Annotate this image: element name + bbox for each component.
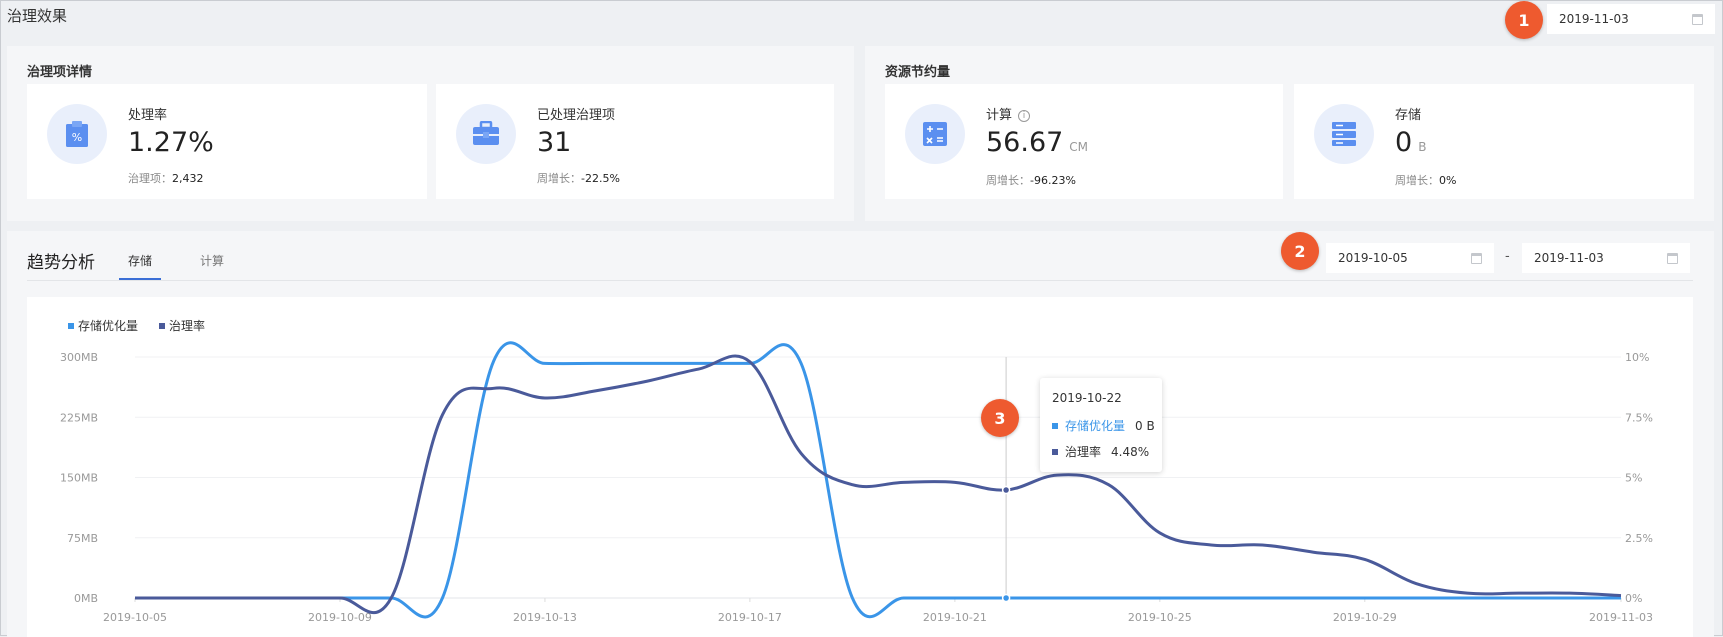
- processed-sub-value: -22.5%: [581, 172, 620, 185]
- compute-sub-line: 周增长：-96.23%: [986, 172, 1076, 188]
- processed-value: 31: [537, 127, 572, 158]
- report-date-picker[interactable]: 2019-11-03: [1547, 4, 1715, 34]
- tabs-divider: [27, 280, 1693, 281]
- calculator-icon: [905, 104, 965, 164]
- tooltip-series-name: 治理率: [1065, 445, 1102, 459]
- governance-panel: 治理项详情 % 处理率 1.27% 治理项：2,432 已处理治理项 31 周增…: [7, 46, 854, 221]
- storage-sub: 周增长：0%: [1395, 172, 1456, 188]
- rate-sub: 治理项：2,432: [128, 170, 204, 186]
- tooltip-date: 2019-10-22: [1052, 391, 1122, 405]
- calendar-icon[interactable]: [1667, 252, 1678, 264]
- processed-label: 已处理治理项: [537, 108, 616, 123]
- app-frame: 治理效果 1 2019-11-03 治理项详情 % 处理率 1.27% 治理项：…: [0, 0, 1723, 637]
- annotation-badge-1: 1: [1505, 1, 1543, 39]
- processed-sub-label: 周增长：: [537, 172, 581, 185]
- compute-label-text: 计算: [986, 108, 1013, 123]
- end-date-value: 2019-11-03: [1534, 251, 1604, 265]
- tooltip-series-value: 4.48%: [1111, 444, 1150, 459]
- rate-label: 处理率: [128, 108, 168, 123]
- rate-card: % 处理率 1.27% 治理项：2,432: [27, 84, 427, 199]
- storage-label: 存储: [1395, 108, 1422, 123]
- date-range-separator: -: [1505, 249, 1510, 264]
- calendar-icon[interactable]: [1471, 252, 1482, 264]
- compute-sub-label: 周增长：: [986, 174, 1030, 187]
- start-date-value: 2019-10-05: [1338, 251, 1408, 265]
- toolbox-icon: [456, 104, 516, 164]
- processed-sub: 周增长：-22.5%: [537, 170, 620, 186]
- rate-sub-value: 2,432: [172, 172, 204, 185]
- tab-compute[interactable]: 计算: [200, 252, 224, 269]
- trend-chart-area: [27, 297, 1693, 637]
- server-storage-icon: [1314, 104, 1374, 164]
- storage-value: 0B: [1395, 127, 1426, 158]
- storage-sub-label: 周增长：: [1395, 174, 1439, 187]
- storage-card: 存储 0B 周增长：0%: [1294, 84, 1694, 199]
- tab-storage[interactable]: 存储: [128, 252, 152, 269]
- page-title: 治理效果: [7, 7, 68, 25]
- info-icon[interactable]: i: [1018, 110, 1031, 122]
- tooltip-row-storage: 存储优化量 0 B: [1052, 417, 1155, 434]
- compute-unit: CM: [1069, 140, 1089, 154]
- chart-tooltip: 2019-10-22 存储优化量 0 B 治理率 4.48%: [1040, 378, 1162, 472]
- annotation-badge-2: 2: [1281, 232, 1319, 270]
- percent-clipboard-icon: %: [47, 104, 107, 164]
- governance-panel-title: 治理项详情: [27, 65, 93, 80]
- compute-sub-value: -96.23%: [1030, 174, 1076, 187]
- calendar-icon[interactable]: [1692, 13, 1703, 25]
- tooltip-row-rate: 治理率 4.48%: [1052, 443, 1149, 460]
- annotation-badge-3: 3: [981, 399, 1019, 437]
- compute-value-number: 56.67: [986, 127, 1064, 158]
- tooltip-series-name: 存储优化量: [1065, 419, 1126, 433]
- compute-label: 计算 i: [986, 104, 1031, 123]
- rate-value: 1.27%: [128, 127, 214, 158]
- report-date-value: 2019-11-03: [1559, 12, 1629, 26]
- legend-swatch: [1052, 422, 1058, 429]
- tooltip-series-value: 0 B: [1135, 418, 1155, 433]
- start-date-picker[interactable]: 2019-10-05: [1326, 243, 1494, 273]
- compute-value: 56.67 CM: [986, 127, 1088, 158]
- processed-card: 已处理治理项 31 周增长：-22.5%: [436, 84, 834, 199]
- svg-text:%: %: [72, 131, 82, 144]
- legend-swatch: [1052, 448, 1058, 455]
- rate-sub-label: 治理项：: [128, 172, 172, 185]
- end-date-picker[interactable]: 2019-11-03: [1522, 243, 1690, 273]
- storage-sub-value: 0%: [1439, 174, 1457, 187]
- savings-panel-title: 资源节约量: [885, 65, 951, 80]
- active-tab-indicator: [119, 278, 161, 280]
- trend-title: 趋势分析: [27, 253, 95, 273]
- savings-panel: 资源节约量 计算 i 56.67 CM 存储 0 B 周增长：0%: [865, 46, 1714, 221]
- compute-card: 计算 i 56.67 CM: [885, 84, 1283, 199]
- storage-value-number: 0: [1395, 127, 1413, 158]
- storage-unit: B: [1418, 140, 1427, 154]
